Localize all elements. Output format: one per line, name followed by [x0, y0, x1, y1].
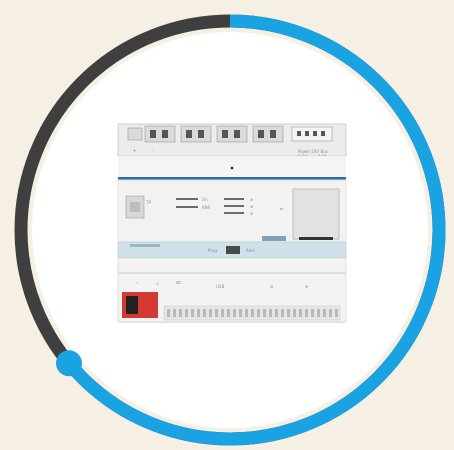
vent-slot: [233, 309, 236, 317]
vent-slot: [251, 309, 254, 317]
vent-slot: [257, 309, 260, 317]
vent-slot: [275, 309, 278, 317]
screw-terminals: [127, 125, 333, 143]
vent-slot: [227, 309, 230, 317]
label-plus: +: [133, 148, 136, 153]
vent-slot: [245, 309, 248, 317]
vent-slot: [293, 309, 296, 317]
vent-slot: [287, 309, 290, 317]
vent-slot: [299, 309, 302, 317]
vent-slot: [305, 309, 308, 317]
vent-slot: [209, 309, 212, 317]
vent-slot: [191, 309, 194, 317]
vent-slot: [317, 309, 320, 317]
vent-slot: [335, 309, 338, 317]
net-icon-c: ⊕: [250, 211, 253, 216]
progress-knob[interactable]: [55, 350, 82, 377]
net-icon-a: ⊕: [250, 197, 253, 202]
lan-icon-a: ⊕: [270, 284, 273, 289]
blue-band: [118, 177, 346, 180]
port-label: TP: [145, 200, 151, 205]
vent-slot: [173, 309, 176, 317]
vent-slot: [239, 309, 242, 317]
vent-slot: [179, 309, 182, 317]
vent-slot: [203, 309, 206, 317]
vent-slot: [263, 309, 266, 317]
prog-button[interactable]: [226, 246, 240, 254]
hager-device: + - 24V DC 0.5 A Power 24V Bus 0.7A 0.7A…: [117, 123, 347, 323]
vent-slot: [281, 309, 284, 317]
product-stage: + - 24V DC 0.5 A Power 24V Bus 0.7A 0.7A…: [14, 14, 446, 446]
bottom-icon-c: ⌧: [176, 280, 181, 285]
net-icon-b: ⊕: [250, 204, 253, 209]
vent-slot: [215, 309, 218, 317]
lan-icon-b: ⊕: [305, 284, 308, 289]
alim-label: Alim: [246, 248, 255, 253]
vent-slot: [323, 309, 326, 317]
vent-slot: [167, 309, 170, 317]
prog-label: Prog: [208, 248, 217, 253]
vent-slot: [197, 309, 200, 317]
vent-slot: [269, 309, 272, 317]
usb-label: USB: [216, 284, 224, 289]
vent-slot: [311, 309, 314, 317]
vent-slot: [185, 309, 188, 317]
vent-slot: [221, 309, 224, 317]
usb-cover[interactable]: [292, 188, 340, 240]
led-on-label: On: [202, 197, 208, 202]
led-knx-label: KNX: [202, 205, 211, 210]
vent-slot: [329, 309, 332, 317]
